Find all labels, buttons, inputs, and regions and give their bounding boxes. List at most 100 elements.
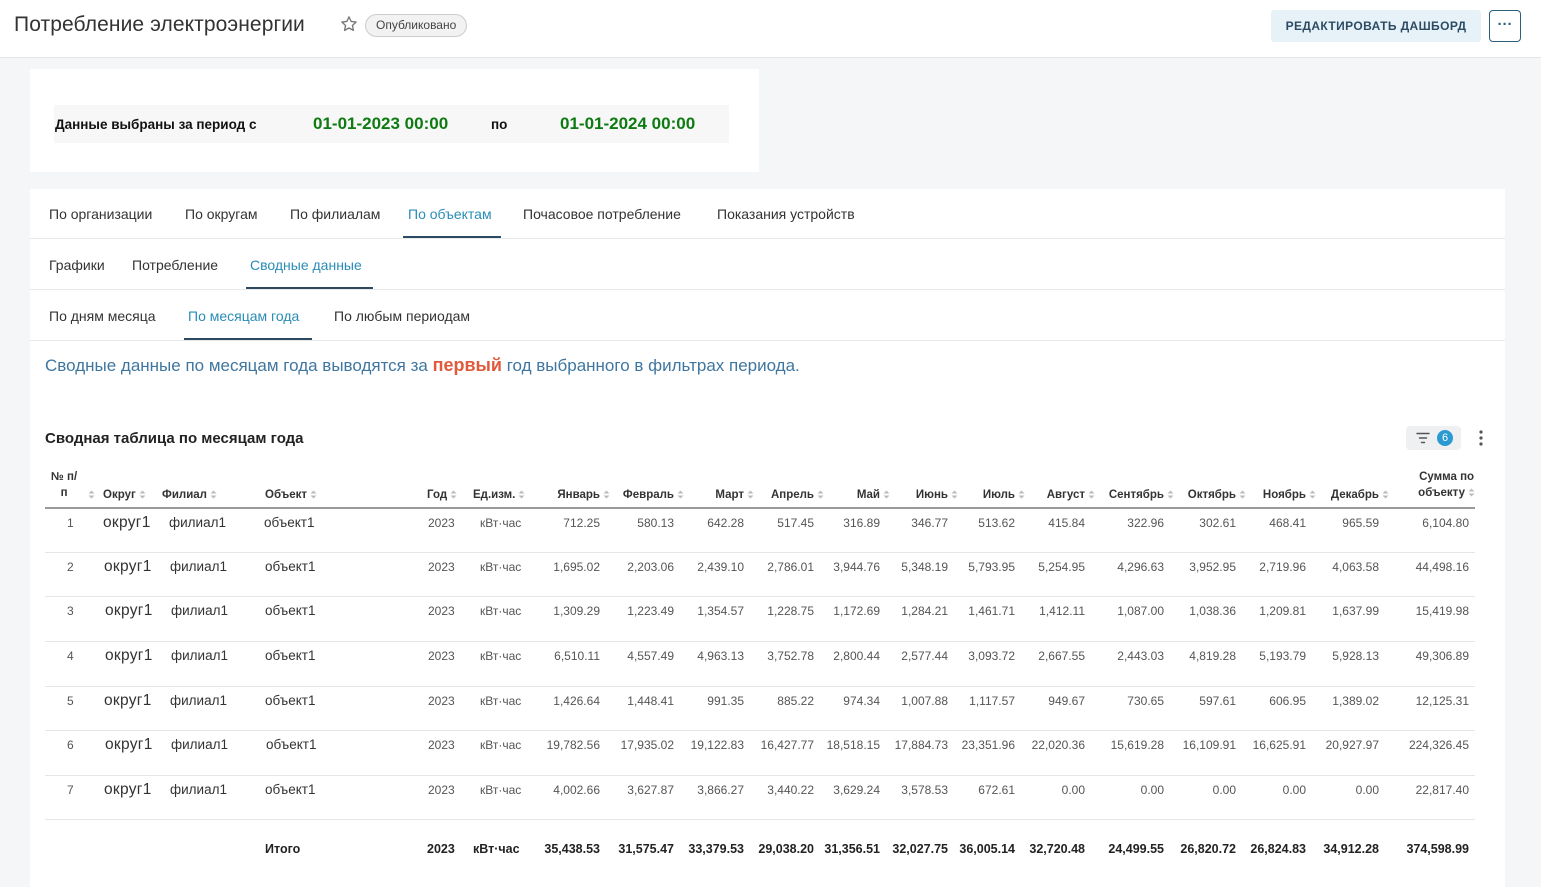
period-card: Данные выбраны за период с 01-01-2023 00…	[30, 69, 759, 172]
tab-hourly[interactable]: Почасовое потребление	[523, 189, 699, 238]
month-value-cell: 1,309.29	[553, 604, 600, 618]
unit-cell: кВт·час	[480, 560, 522, 574]
column-header-num[interactable]: № п/п	[45, 466, 97, 507]
tab-by-organization[interactable]: По организации	[49, 189, 167, 238]
unit-cell: кВт·час	[480, 694, 522, 708]
total-row: Итого 2023 кВт·час 35,438.53 31,575.47 33,…	[45, 835, 1475, 865]
sort-icon[interactable]	[310, 490, 317, 499]
total-month-cell: 35,438.53	[544, 842, 600, 856]
tab-by-okrug[interactable]: По округам	[185, 189, 271, 238]
column-header-filial[interactable]: Филиал	[162, 466, 252, 507]
tab-by-days[interactable]: По дням месяца	[49, 290, 167, 340]
year-cell: 2023	[428, 649, 455, 663]
month-value-cell: 672.61	[978, 783, 1015, 797]
filter-button[interactable]: 6	[1406, 426, 1461, 450]
month-value-cell: 302.61	[1199, 516, 1236, 530]
column-header-month[interactable]: Январь	[540, 466, 610, 507]
total-label: Итого	[265, 842, 301, 856]
okrug-cell: округ1	[103, 514, 151, 531]
edit-dashboard-button[interactable]: РЕДАКТИРОВАТЬ ДАШБОРД	[1271, 10, 1481, 42]
column-header-month[interactable]: Декабрь	[1321, 466, 1389, 507]
month-value-cell: 1,412.11	[1039, 604, 1085, 618]
filial-cell: филиал1	[171, 648, 228, 663]
sort-icon[interactable]	[747, 490, 754, 499]
sort-icon[interactable]	[677, 490, 684, 499]
total-sum: 374,598.99	[1406, 842, 1469, 856]
total-month-cell: 36,005.14	[959, 842, 1015, 856]
sort-icon[interactable]	[88, 490, 95, 499]
sort-icon[interactable]	[139, 490, 146, 499]
month-value-cell: 3,952.95	[1189, 560, 1236, 574]
sort-icon[interactable]	[518, 490, 525, 499]
sort-icon[interactable]	[1239, 490, 1246, 499]
total-month-cell: 34,912.28	[1323, 842, 1379, 856]
column-header-sum[interactable]: Сумма по объекту	[1395, 466, 1475, 507]
row-number: 7	[67, 783, 74, 797]
info-message: Сводные данные по месяцам года выводятся…	[45, 355, 800, 375]
star-icon[interactable]	[340, 15, 358, 33]
kebab-menu-icon[interactable]	[1476, 429, 1486, 447]
tab-consumption[interactable]: Потребление	[132, 239, 230, 289]
total-month-cell: 31,575.47	[618, 842, 674, 856]
sort-icon[interactable]	[1167, 490, 1174, 499]
month-value-cell: 4,002.66	[553, 783, 600, 797]
column-header-okrug[interactable]: Округ	[103, 466, 159, 507]
column-header-object[interactable]: Объект	[265, 466, 385, 507]
month-value-cell: 5,793.95	[968, 560, 1015, 574]
column-header-month[interactable]: Октябрь	[1178, 466, 1246, 507]
column-header-month[interactable]: Апрель	[758, 466, 824, 507]
month-value-cell: 1,637.99	[1332, 604, 1379, 618]
status-badge: Опубликовано	[365, 14, 468, 37]
column-header-month[interactable]: Март	[688, 466, 754, 507]
sort-icon[interactable]	[1468, 488, 1475, 497]
table-row[interactable]: 5 округ1 филиал1 объект1 2023 кВт·час 1,426.64…	[45, 687, 1475, 731]
month-value-cell: 4,063.58	[1332, 560, 1379, 574]
column-header-month[interactable]: Август	[1029, 466, 1095, 507]
tab-any-periods[interactable]: По любым периодам	[334, 290, 484, 340]
column-header-unit[interactable]: Ед.изм.	[473, 466, 537, 507]
okrug-cell: округ1	[104, 692, 152, 709]
sort-icon[interactable]	[951, 490, 958, 499]
total-month-cell: 24,499.55	[1108, 842, 1164, 856]
sort-icon[interactable]	[450, 490, 457, 499]
column-header-month[interactable]: Ноябрь	[1250, 466, 1316, 507]
table-row[interactable]: 4 округ1 филиал1 объект1 2023 кВт·час 6,510.11…	[45, 642, 1475, 687]
tab-devices[interactable]: Показания устройств	[717, 189, 873, 238]
sort-icon[interactable]	[1018, 490, 1025, 499]
sort-icon[interactable]	[210, 490, 217, 499]
month-value-cell: 1,087.00	[1117, 604, 1164, 618]
column-header-month[interactable]: Февраль	[614, 466, 684, 507]
sort-icon[interactable]	[603, 490, 610, 499]
sort-icon[interactable]	[817, 490, 824, 499]
sort-icon[interactable]	[1382, 490, 1389, 499]
tab-by-filial[interactable]: По филиалам	[290, 189, 388, 238]
filter-icon	[1416, 432, 1430, 444]
filial-cell: филиал1	[171, 737, 228, 752]
table-row[interactable]: 1 округ1 филиал1 объект1 2023 кВт·час 712.25 58…	[45, 509, 1475, 553]
month-value-cell: 0.00	[1212, 783, 1236, 797]
table-row[interactable]: 6 округ1 филиал1 объект1 2023 кВт·час 19,782.5…	[45, 731, 1475, 776]
sort-icon[interactable]	[1088, 490, 1095, 499]
month-value-cell: 2,443.03	[1117, 649, 1164, 663]
column-header-month[interactable]: Май	[828, 466, 890, 507]
sort-icon[interactable]	[1309, 490, 1316, 499]
okrug-cell: округ1	[105, 647, 153, 664]
sort-icon[interactable]	[883, 490, 890, 499]
month-value-cell: 730.65	[1127, 694, 1164, 708]
column-header-month[interactable]: Июнь	[894, 466, 958, 507]
month-value-cell: 22,020.36	[1031, 738, 1085, 752]
table-row[interactable]: 3 округ1 филиал1 объект1 2023 кВт·час 1,309.29…	[45, 597, 1475, 642]
tab-summary[interactable]: Сводные данные	[246, 239, 373, 289]
month-value-cell: 1,695.02	[553, 560, 600, 574]
column-header-month[interactable]: Июль	[963, 466, 1025, 507]
column-header-year[interactable]: Год	[427, 466, 467, 507]
more-options-button[interactable]: ···	[1489, 10, 1521, 42]
tabs-level1: По организации По округам По филиалам По…	[30, 189, 1505, 239]
unit-cell: кВт·час	[480, 738, 522, 752]
tab-by-months[interactable]: По месяцам года	[184, 290, 312, 340]
table-row[interactable]: 2 округ1 филиал1 объект1 2023 кВт·час 1,695.02…	[45, 553, 1475, 597]
table-row[interactable]: 7 округ1 филиал1 объект1 2023 кВт·час 4,002.66…	[45, 776, 1475, 820]
tab-by-object[interactable]: По объектам	[403, 189, 501, 238]
tab-charts[interactable]: Графики	[49, 239, 111, 289]
column-header-month[interactable]: Сентябрь	[1100, 466, 1174, 507]
